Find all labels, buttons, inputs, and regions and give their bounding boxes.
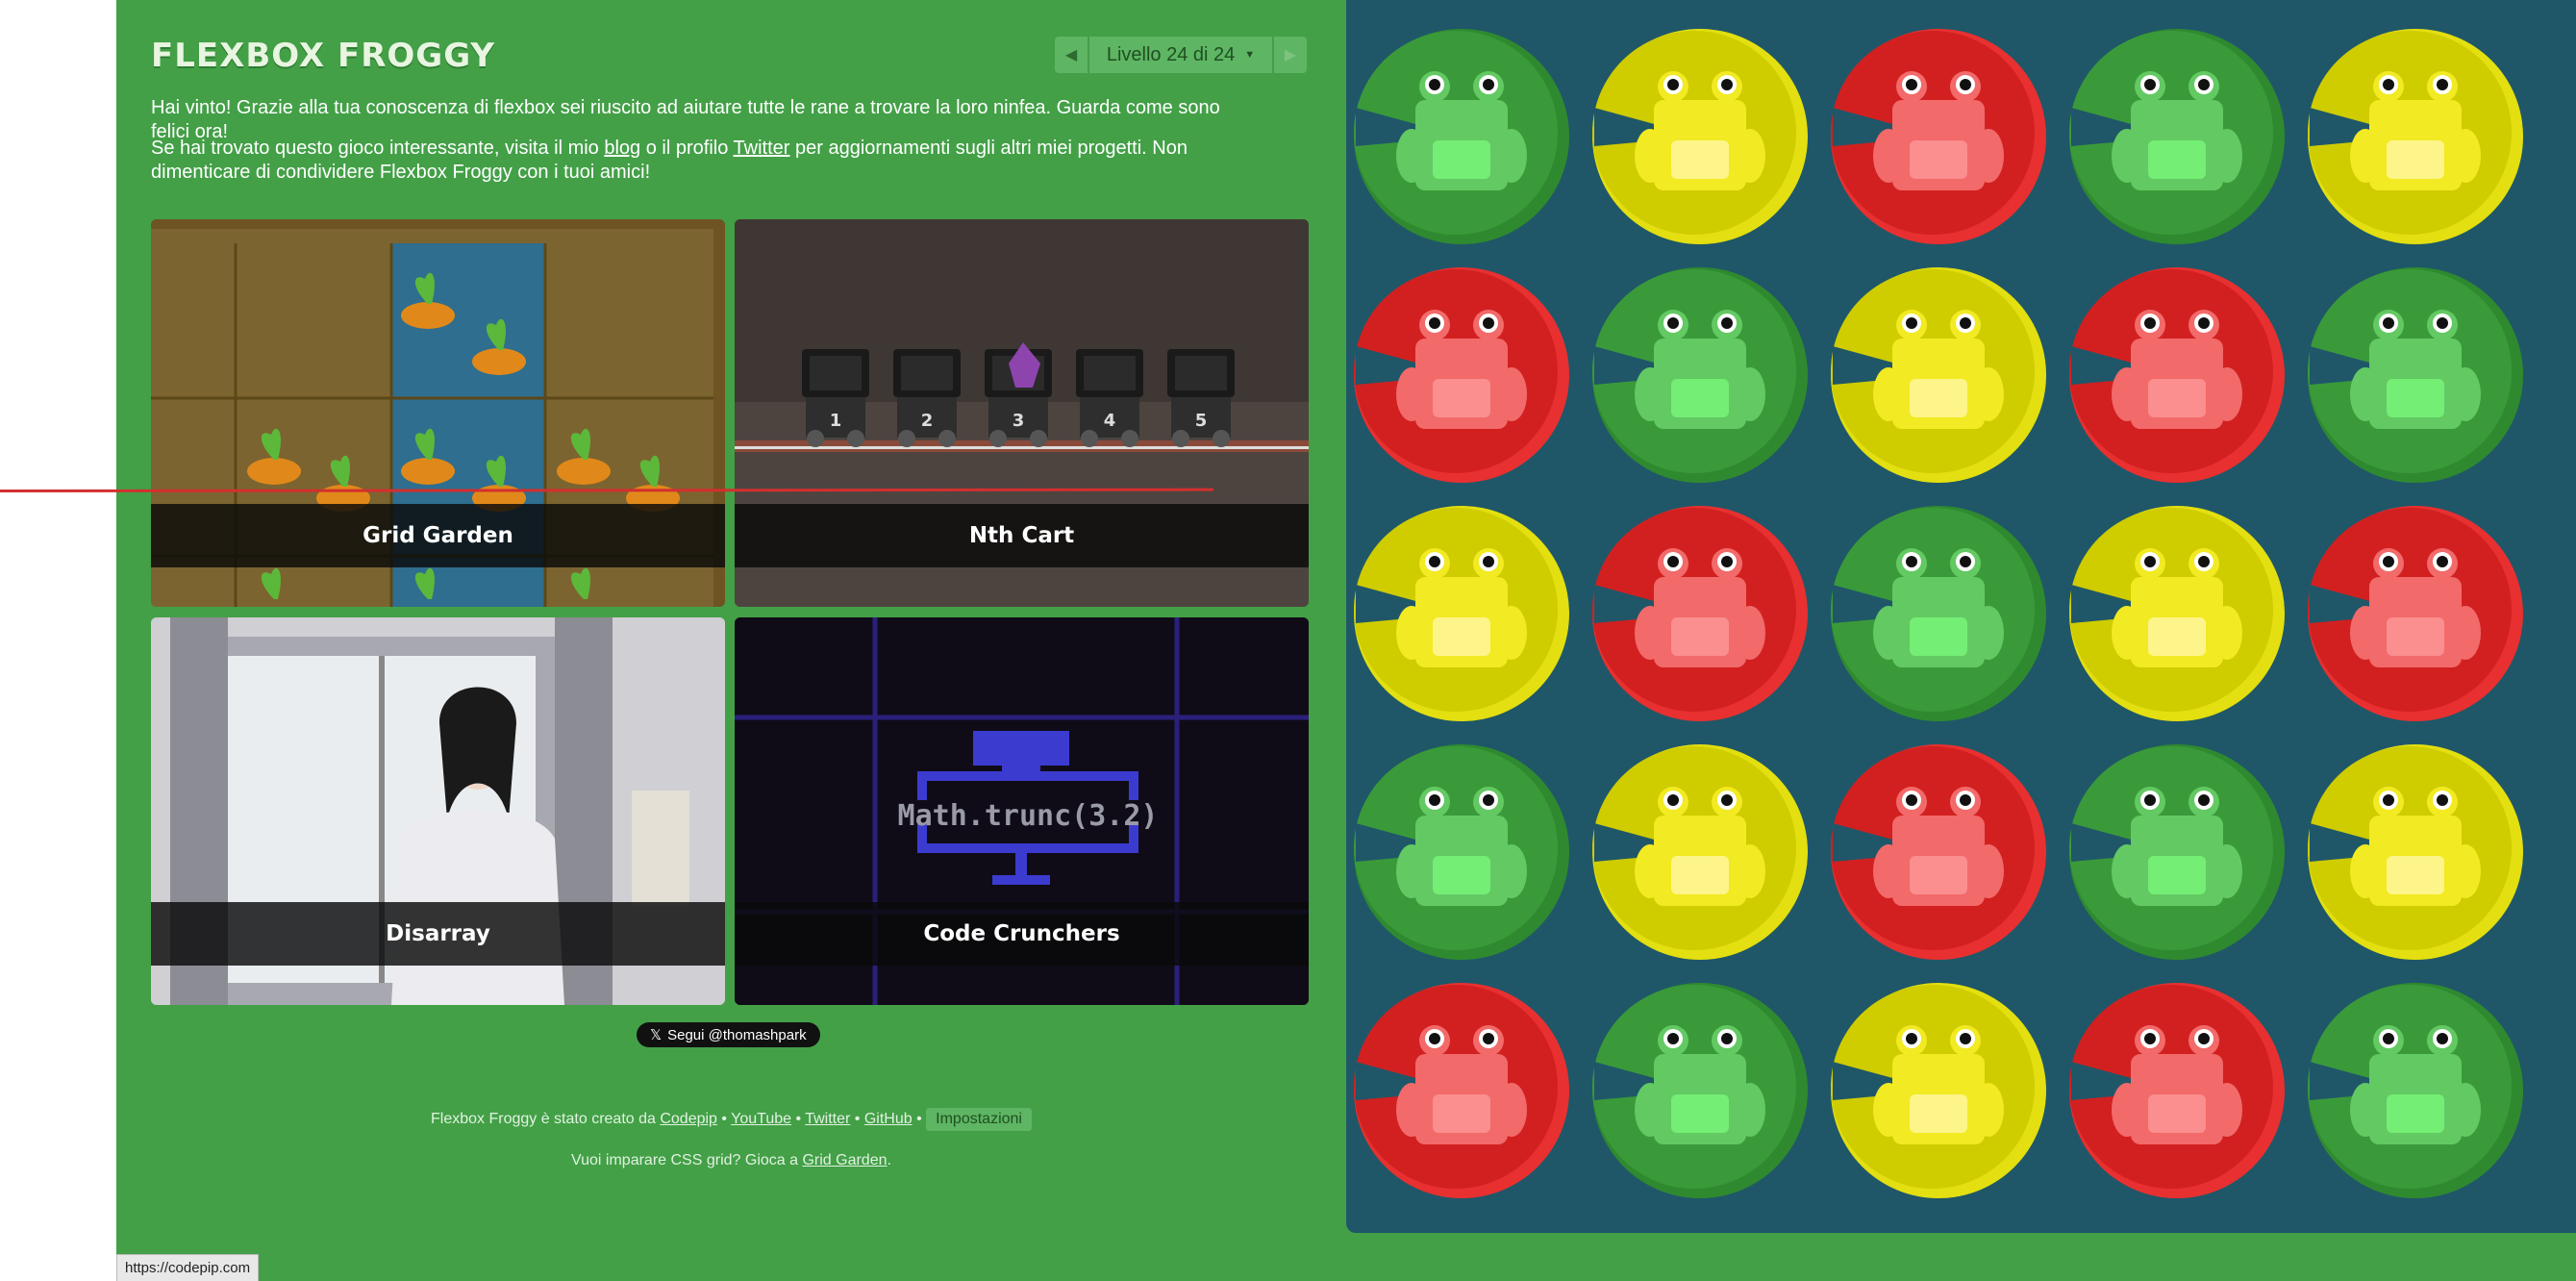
disarray-card[interactable]: Disarray	[151, 617, 725, 1005]
prev-level-button[interactable]: ◀	[1055, 37, 1088, 73]
x-logo-icon: 𝕏	[650, 1027, 663, 1043]
promo-message: Se hai trovato questo gioco interessante…	[151, 137, 1257, 185]
mine-cart: 1	[802, 349, 869, 447]
promo-text-2: o il profilo	[640, 138, 734, 159]
cart-number: 4	[1104, 411, 1116, 431]
credits-twitter-link[interactable]: Twitter	[805, 1111, 850, 1127]
grid-garden-label: Grid Garden	[151, 504, 725, 567]
code-crunchers-card[interactable]: Math.trunc(3.2) Code Crunchers	[735, 617, 1309, 1005]
credits-separator: •	[791, 1111, 806, 1127]
pond-board	[1346, 0, 2576, 1233]
nth-cart-card[interactable]: 1 2 3 4 5 Nth Cart	[735, 219, 1309, 607]
settings-button[interactable]: Impostazioni	[926, 1108, 1032, 1131]
next-level-button[interactable]: ▶	[1274, 37, 1307, 73]
mine-cart: 5	[1167, 349, 1235, 447]
level-navigation: ◀ Livello 24 di 24 ▼ ▶	[1055, 37, 1307, 73]
sidebar: FLEXBOX FROGGY ◀ Livello 24 di 24 ▼ ▶ Ha…	[116, 0, 1346, 1281]
twitter-link[interactable]: Twitter	[734, 138, 790, 159]
credits-separator: •	[716, 1111, 732, 1127]
game-title: FLEXBOX FROGGY	[151, 37, 495, 75]
cart-number: 1	[830, 411, 842, 431]
grid-promo-prefix: Vuoi imparare CSS grid? Gioca a	[571, 1152, 803, 1168]
grid-garden-promo: Vuoi imparare CSS grid? Gioca a Grid Gar…	[116, 1152, 1346, 1169]
board-area	[1346, 0, 2576, 1281]
triangle-right-icon: ▶	[1284, 47, 1297, 63]
level-label: Livello 24 di 24	[1106, 43, 1236, 65]
page-margin	[0, 0, 116, 1281]
status-bar: https://codepip.com	[116, 1254, 260, 1281]
follow-label: Segui @thomashpark	[667, 1026, 807, 1043]
disarray-label: Disarray	[151, 902, 725, 966]
cart-number: 2	[921, 411, 934, 431]
credits-line: Flexbox Froggy è stato creato da Codepip…	[116, 1108, 1346, 1131]
youtube-link[interactable]: YouTube	[731, 1111, 791, 1127]
mine-cart: 2	[893, 349, 961, 447]
credits-prefix: Flexbox Froggy è stato creato da	[431, 1111, 661, 1127]
promo-text-1: Se hai trovato questo gioco interessante…	[151, 138, 605, 159]
caret-down-icon: ▼	[1244, 49, 1256, 61]
credits-separator: •	[850, 1111, 864, 1127]
code-sample-text: Math.trunc(3.2)	[898, 799, 1159, 833]
triangle-left-icon: ◀	[1064, 47, 1078, 63]
credits-separator: •	[912, 1111, 927, 1127]
cart-number: 5	[1195, 411, 1208, 431]
code-crunchers-label: Code Crunchers	[735, 902, 1309, 966]
codepip-link[interactable]: Codepip	[660, 1111, 717, 1127]
grid-garden-link[interactable]: Grid Garden	[802, 1152, 887, 1168]
follow-twitter-button[interactable]: 𝕏 Segui @thomashpark	[637, 1022, 820, 1047]
grid-garden-card[interactable]: Grid Garden	[151, 219, 725, 607]
blog-link[interactable]: blog	[604, 138, 640, 159]
cart-number: 3	[1013, 411, 1025, 431]
pond-svg	[1354, 29, 2523, 1198]
grid-promo-suffix: .	[887, 1152, 891, 1168]
nth-cart-label: Nth Cart	[735, 504, 1309, 567]
level-selector[interactable]: Livello 24 di 24 ▼	[1089, 37, 1272, 73]
mine-cart: 4	[1076, 349, 1143, 447]
github-link[interactable]: GitHub	[864, 1111, 913, 1127]
